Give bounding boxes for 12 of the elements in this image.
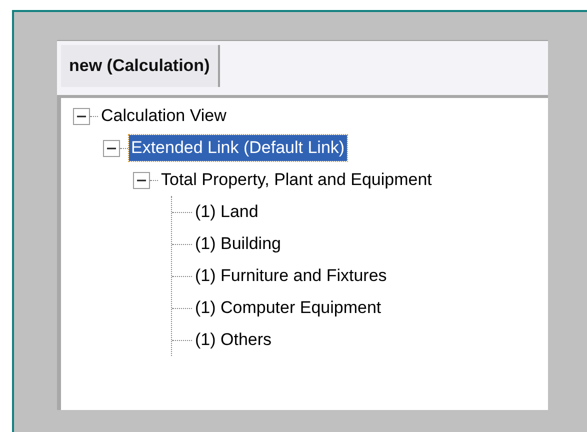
tree-item[interactable]: Calculation View (99, 103, 228, 129)
tree-item[interactable]: (1) Others (193, 327, 274, 353)
collapse-icon[interactable] (103, 140, 120, 156)
tab[interactable]: new (Calculation) (61, 45, 220, 87)
collapse-icon[interactable] (133, 172, 150, 188)
collapse-icon[interactable] (73, 108, 90, 124)
tree-item[interactable]: Total Property, Plant and Equipment (159, 167, 434, 193)
tree-item[interactable]: (1) Computer Equipment (193, 295, 384, 321)
tree-item[interactable]: (1) Building (193, 231, 283, 257)
tree-item[interactable]: Extended Link (Default Link) (129, 135, 347, 161)
tree-item[interactable]: (1) Land (193, 199, 260, 225)
tree-item[interactable]: (1) Furniture and Fixtures (193, 263, 389, 289)
